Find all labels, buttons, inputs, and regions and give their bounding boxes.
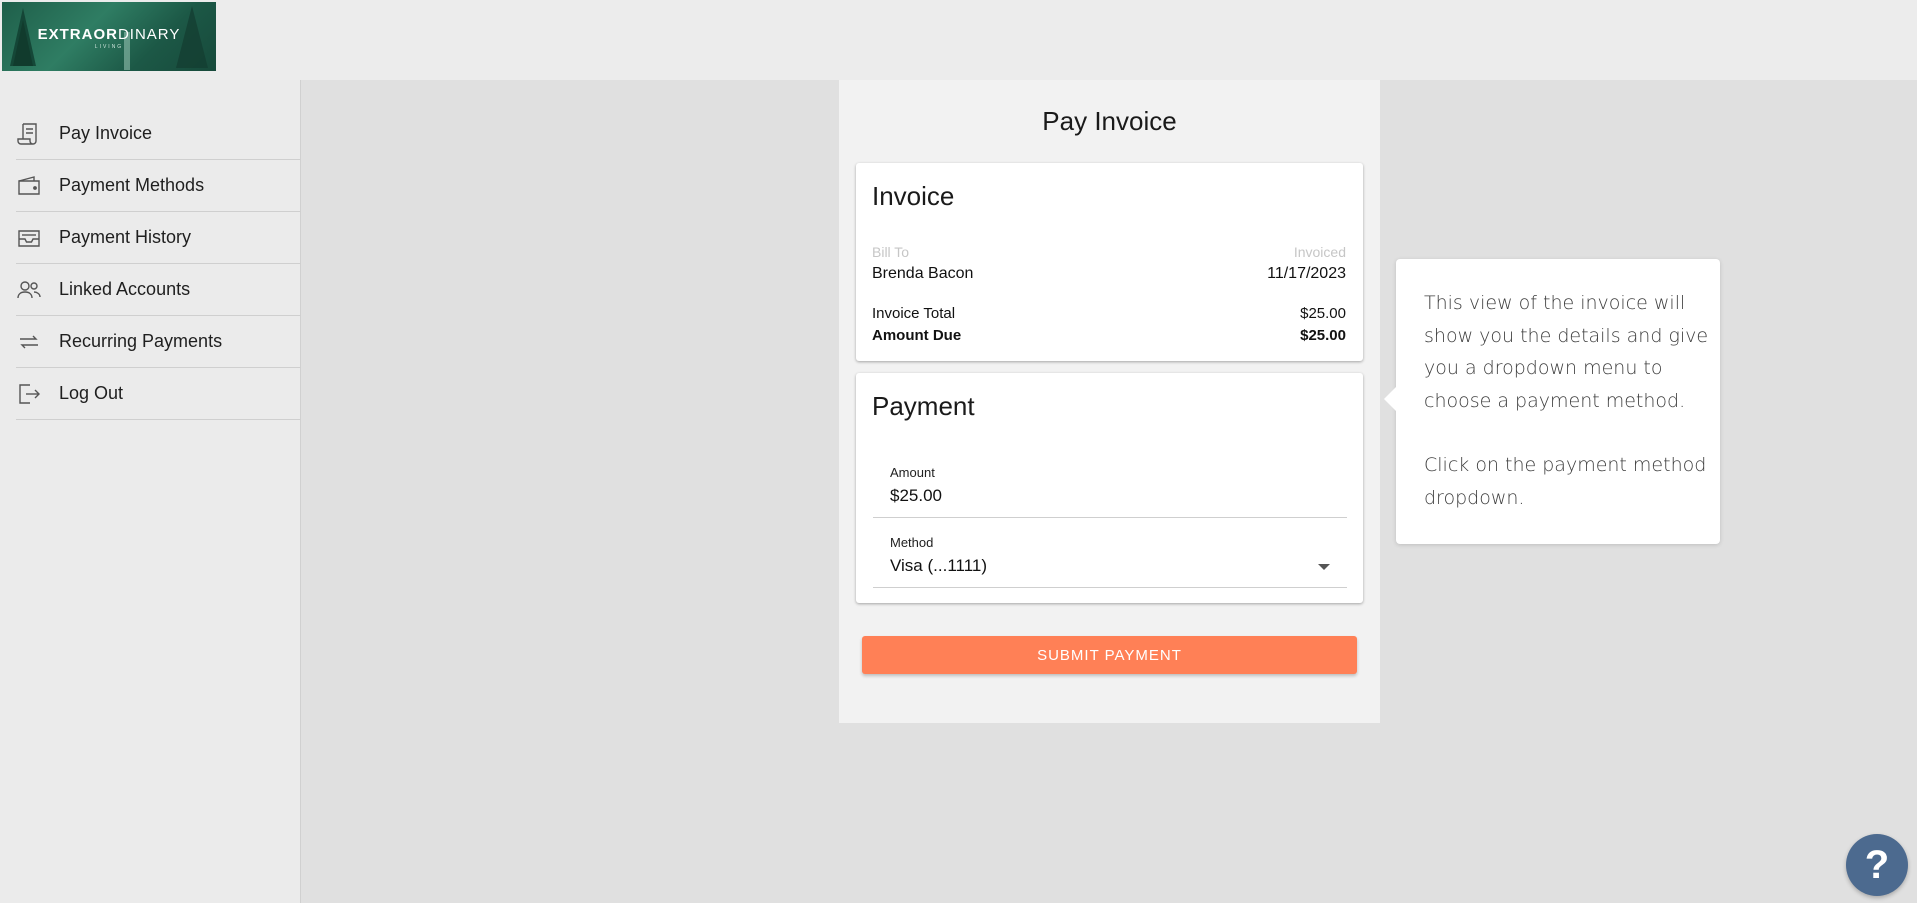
logout-icon: [19, 383, 40, 404]
sidebar-item-label: Payment Methods: [59, 175, 205, 195]
invoice-total-value: $25.00: [1300, 305, 1346, 322]
customer-name: Brenda Bacon: [872, 265, 974, 282]
sidebar-item-label: Linked Accounts: [59, 279, 191, 299]
receipt-icon: [17, 122, 37, 145]
method-selected-value[interactable]: Visa (...1111): [890, 556, 987, 576]
sidebar-item-log-out[interactable]: Log Out: [16, 368, 301, 420]
sidebar-item-linked-accounts[interactable]: Linked Accounts: [16, 264, 301, 316]
tooltip-instruction: Click on the payment method dropdown.: [1424, 454, 1707, 509]
bill-to-label: Bill To: [872, 244, 910, 260]
method-field-underline: [873, 587, 1347, 588]
logo-wordmark: EXTRAORDINARY: [37, 26, 181, 43]
invoiced-date: 11/17/2023: [1267, 265, 1346, 282]
amount-due-value: $25.00: [1300, 327, 1346, 344]
logo-tagline: LIVING: [94, 44, 124, 50]
amount-field-underline: [873, 517, 1347, 518]
users-icon: [17, 280, 41, 298]
chevron-down-icon[interactable]: [1318, 564, 1330, 570]
sidebar-item-payment-methods[interactable]: Payment Methods: [16, 160, 301, 212]
tooltip-text: This view of the invoice will show you t…: [1424, 292, 1709, 412]
tooltip-arrow: [1384, 387, 1396, 411]
brand-logo[interactable]: EXTRAORDINARY LIVING: [2, 2, 216, 71]
submit-payment-button[interactable]: SUBMIT PAYMENT: [862, 636, 1357, 674]
invoice-card-title: Invoice: [872, 181, 955, 211]
question-mark-icon: ?: [1864, 842, 1890, 887]
sidebar-item-label: Log Out: [59, 383, 124, 403]
wallet-icon: [18, 175, 40, 195]
payment-card-title: Payment: [872, 391, 975, 421]
amount-field-label: Amount: [890, 465, 935, 480]
pay-invoice-panel: Pay Invoice Invoice Bill To Invoiced Bre…: [839, 80, 1380, 723]
payment-card: Payment Amount $25.00 Method Visa (...11…: [856, 373, 1363, 603]
sidebar-item-pay-invoice[interactable]: Pay Invoice: [16, 108, 301, 160]
sidebar-item-label: Payment History: [59, 227, 192, 247]
invoiced-label: Invoiced: [1293, 244, 1346, 260]
help-button[interactable]: ?: [1846, 834, 1908, 896]
amount-field-value[interactable]: $25.00: [890, 486, 942, 506]
sidebar-item-label: Pay Invoice: [59, 123, 153, 143]
sidebar-item-label: Recurring Payments: [59, 331, 223, 351]
method-field-label: Method: [890, 535, 934, 550]
sidebar-item-recurring-payments[interactable]: Recurring Payments: [16, 316, 301, 368]
repeat-icon: [20, 335, 38, 348]
sidebar: Pay Invoice Payment Methods Payment Hist…: [0, 80, 301, 903]
guide-tooltip: This view of the invoice will show you t…: [1384, 259, 1720, 544]
page-title: Pay Invoice: [1042, 106, 1177, 136]
top-bar: EXTRAORDINARY LIVING: [0, 0, 1917, 80]
inbox-icon: [18, 229, 40, 247]
invoice-total-label: Invoice Total: [872, 305, 956, 322]
invoice-card: Invoice Bill To Invoiced Brenda Bacon 11…: [856, 163, 1363, 361]
amount-due-label: Amount Due: [872, 327, 962, 344]
sidebar-item-payment-history[interactable]: Payment History: [16, 212, 301, 264]
